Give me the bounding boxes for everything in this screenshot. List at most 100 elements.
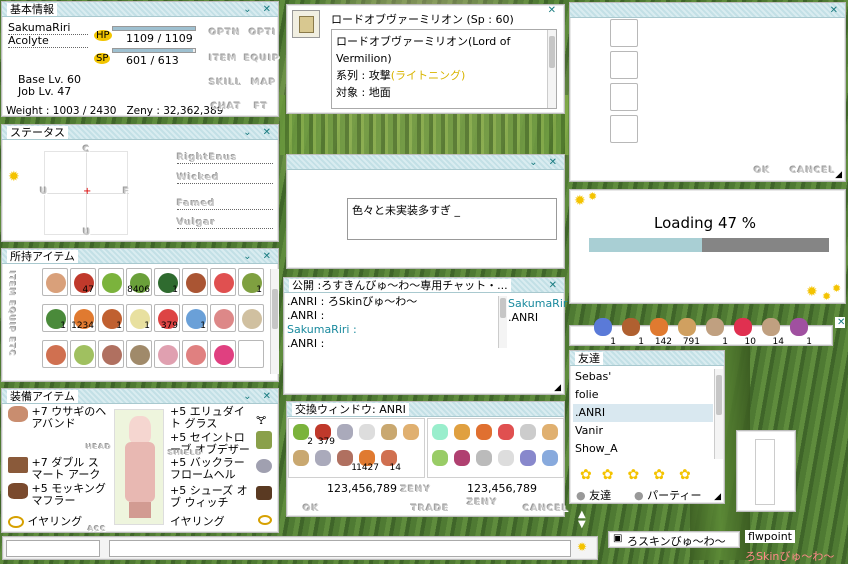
item-button[interactable]: ITEM [209, 54, 238, 64]
trade-item[interactable]: 2 [291, 422, 313, 447]
trade-item[interactable] [540, 448, 560, 470]
inventory-slot[interactable]: 1 [126, 304, 152, 332]
trade-item[interactable] [496, 448, 516, 470]
shortcut-slot[interactable]: 1 [786, 318, 812, 347]
trade-item[interactable]: 1 [335, 448, 357, 473]
storage-slot[interactable] [610, 51, 638, 79]
resize-handle-icon[interactable]: ◢ [714, 492, 721, 502]
inventory-slot[interactable] [210, 268, 236, 296]
trade-ok-button[interactable]: OK [303, 504, 320, 514]
window-buttons[interactable]: ⌄ ✕ [243, 389, 275, 404]
chat-input-bar[interactable]: ✹ [2, 536, 598, 560]
public-chat-titlebar[interactable]: 公開 :ろすきんびゅ〜わ〜専用チャット・... ✕ [284, 278, 564, 293]
trade-item[interactable] [496, 422, 516, 444]
trade-item[interactable] [357, 422, 377, 444]
trade-cancel-button[interactable]: CANCEL [523, 504, 569, 514]
status-window[interactable]: ステータス ⌄ ✕ ✹ + C U F U RightEnus Wicked F… [1, 124, 279, 242]
input-dialog-titlebar[interactable]: ⌄ ✕ [287, 155, 564, 170]
inventory-titlebar[interactable]: 所持アイテム ⌄ ✕ [2, 249, 278, 264]
inventory-slot[interactable] [182, 340, 208, 368]
inventory-slot[interactable]: 1 [98, 304, 124, 332]
inventory-slot[interactable] [238, 304, 264, 332]
chat-room-tab[interactable]: ▣ ろスキンびゅ〜わ〜 [608, 531, 740, 548]
trade-item[interactable] [540, 422, 560, 444]
storage-slot[interactable] [610, 19, 638, 47]
shortcut-slot[interactable]: 10 [730, 318, 756, 347]
inventory-slot[interactable]: 1234 [70, 304, 96, 332]
equip-left-2[interactable]: +7 ダブル スマート アーク [8, 457, 108, 481]
trade-trade-button[interactable]: TRADE [411, 504, 450, 514]
basic-info-window[interactable]: 基本情報 ⌄ ✕ SakumaRiri Acolyte HP 1109 / 11… [1, 1, 279, 117]
equip-left-3[interactable]: +5 モッキング マフラー [8, 483, 108, 507]
friend-item[interactable]: Sebas' [573, 368, 713, 386]
shortcut-slot[interactable]: 1 [618, 318, 644, 347]
storage-titlebar[interactable]: ✕ [570, 3, 845, 18]
storage-slot[interactable] [610, 115, 638, 143]
optn-button[interactable]: OPTN [209, 28, 241, 38]
chat-scrollbar[interactable] [498, 296, 507, 348]
equip-button[interactable]: EQUIP [244, 54, 280, 64]
inventory-slot[interactable] [42, 268, 68, 296]
trade-item[interactable]: 14 [379, 448, 401, 473]
inventory-slot[interactable]: 379 [154, 304, 180, 332]
equipment-titlebar[interactable]: 装備アイテム ⌄ ✕ [2, 389, 278, 404]
inventory-slot[interactable]: 1 [238, 268, 264, 296]
trade-item[interactable] [518, 422, 538, 444]
window-buttons[interactable]: ⌄ ✕ [243, 2, 275, 17]
inventory-slot[interactable] [154, 340, 180, 368]
shortcut-slot[interactable]: 1 [702, 318, 728, 347]
trade-item[interactable] [474, 422, 494, 444]
basic-info-titlebar[interactable]: 基本情報 ⌄ ✕ [2, 2, 278, 17]
whisper-target-input[interactable] [6, 540, 100, 557]
inventory-slot[interactable]: 1 [182, 304, 208, 332]
shortcut-slot[interactable]: 1 [590, 318, 616, 347]
close-icon[interactable]: ✕ [835, 317, 845, 328]
public-chat-window[interactable]: 公開 :ろすきんびゅ〜わ〜専用チャット・... ✕ .ANRI : ろSkinび… [283, 277, 567, 395]
trade-window[interactable]: 交換ウィンドウ: ANRI 2 379 1 1427 14 123,456,789 ZE… [286, 401, 568, 517]
window-buttons[interactable]: ✕ [830, 3, 842, 18]
shortcut-slot[interactable]: 791 [674, 318, 700, 347]
friend-item[interactable]: .ANRI [573, 404, 713, 422]
skill-description-window[interactable]: ロードオブヴァーミリオン (Sp : 60) ✕ ロードオブヴァーミリオン(Lo… [286, 4, 565, 114]
friends-window[interactable]: 友達 Sebas' folie .ANRI Vanir Show_A ✿ ✿ ✿ ✿ ✿ ● 友… [569, 350, 725, 504]
status-titlebar[interactable]: ステータス ⌄ ✕ [2, 125, 278, 140]
chat-button[interactable]: CHAT [211, 102, 242, 112]
storage-slot[interactable] [610, 83, 638, 111]
input-dialog-window[interactable]: ⌄ ✕ 色々と未実装多すぎ _ [286, 154, 565, 269]
storage-window[interactable]: ✕ OK CANCEL ◢ [569, 2, 846, 182]
equipment-window[interactable]: 装備アイテム ⌄ ✕ +7 ウサギのヘアバンド +7 ダブル スマート アーク … [1, 388, 279, 533]
trade-item[interactable] [430, 422, 450, 444]
storage-cancel-button[interactable]: CANCEL [790, 166, 836, 176]
inventory-slot[interactable] [210, 340, 236, 368]
trade-item[interactable] [474, 448, 494, 470]
friend-item[interactable]: Vanir [573, 422, 713, 440]
friends-titlebar[interactable]: 友達 [570, 351, 724, 366]
trade-item[interactable] [379, 422, 399, 444]
inventory-slot[interactable] [98, 340, 124, 368]
window-buttons[interactable]: ⌄ ✕ [529, 155, 561, 170]
inventory-tabs[interactable]: ITEM EQUIP ETC [4, 271, 16, 371]
trade-item[interactable] [401, 422, 421, 444]
trade-item[interactable]: 1427 [356, 448, 379, 473]
shortcut-slot[interactable]: 142 [646, 318, 672, 347]
inventory-slot[interactable] [182, 268, 208, 296]
trade-item[interactable] [291, 448, 311, 470]
trade-item[interactable] [518, 448, 538, 470]
trade-item[interactable] [452, 448, 472, 470]
chat-member[interactable]: .ANRI [508, 311, 567, 325]
trade-item[interactable] [313, 448, 333, 470]
window-buttons[interactable]: ⌄ ✕ [243, 249, 275, 264]
trade-titlebar[interactable]: 交換ウィンドウ: ANRI [287, 402, 564, 417]
trade-item[interactable] [452, 422, 472, 444]
inventory-slot[interactable] [98, 268, 124, 296]
inventory-window[interactable]: 所持アイテム ⌄ ✕ ITEM EQUIP ETC 47 8406 1 1 1 1234 1… [1, 248, 279, 382]
close-icon[interactable]: ✕ [548, 5, 560, 16]
skill-scrollbar[interactable] [547, 30, 556, 108]
friends-scrollbar[interactable] [714, 369, 723, 459]
resize-handle-icon[interactable]: ◢ [554, 383, 561, 393]
opti-button[interactable]: OPTI [249, 28, 277, 38]
chat-scroll-arrows[interactable]: ▲ ▼ [578, 510, 586, 530]
inventory-slot[interactable] [238, 340, 264, 368]
chat-message-input[interactable] [109, 540, 571, 557]
chat-member[interactable]: SakumaRir [508, 297, 567, 311]
